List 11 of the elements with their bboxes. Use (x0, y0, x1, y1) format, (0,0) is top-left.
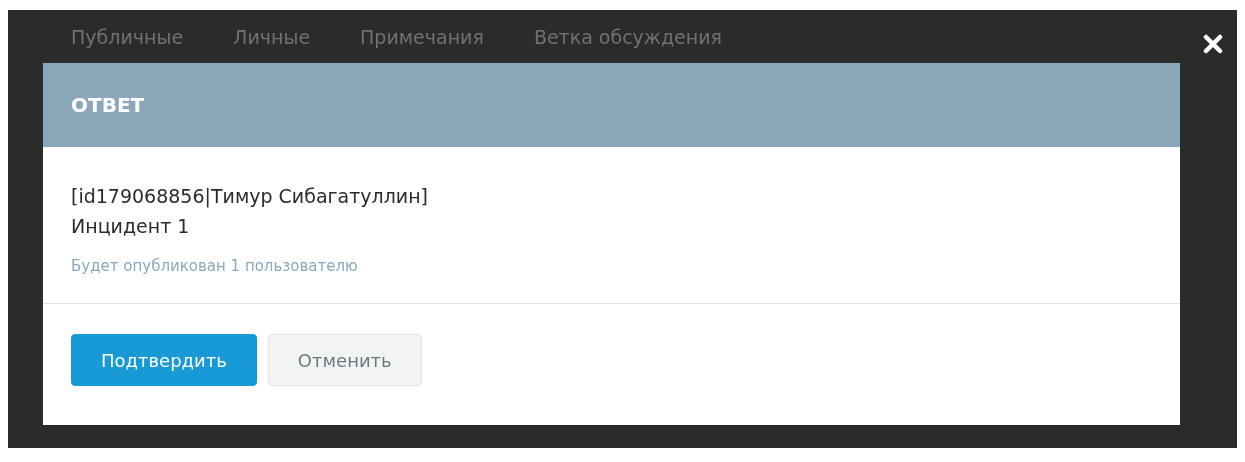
publish-note: Будет опубликован 1 пользователю (71, 257, 359, 275)
close-icon[interactable] (1203, 34, 1223, 54)
background-tab-label: Публичные (71, 25, 184, 48)
message-text: Инцидент 1 (71, 214, 191, 239)
message-text: [id179068856|Тимур Сибагатуллин] (71, 184, 429, 210)
confirm-button[interactable]: Подтвердить (71, 334, 257, 386)
background-tab-label: Ветка обсуждения (533, 25, 722, 48)
background-tab-label: Примечания (360, 25, 484, 48)
cancel-button[interactable]: Отменить (267, 334, 422, 386)
dialog-title: ОТВЕТ (71, 93, 145, 117)
background-tab-label: Личные (233, 25, 311, 48)
